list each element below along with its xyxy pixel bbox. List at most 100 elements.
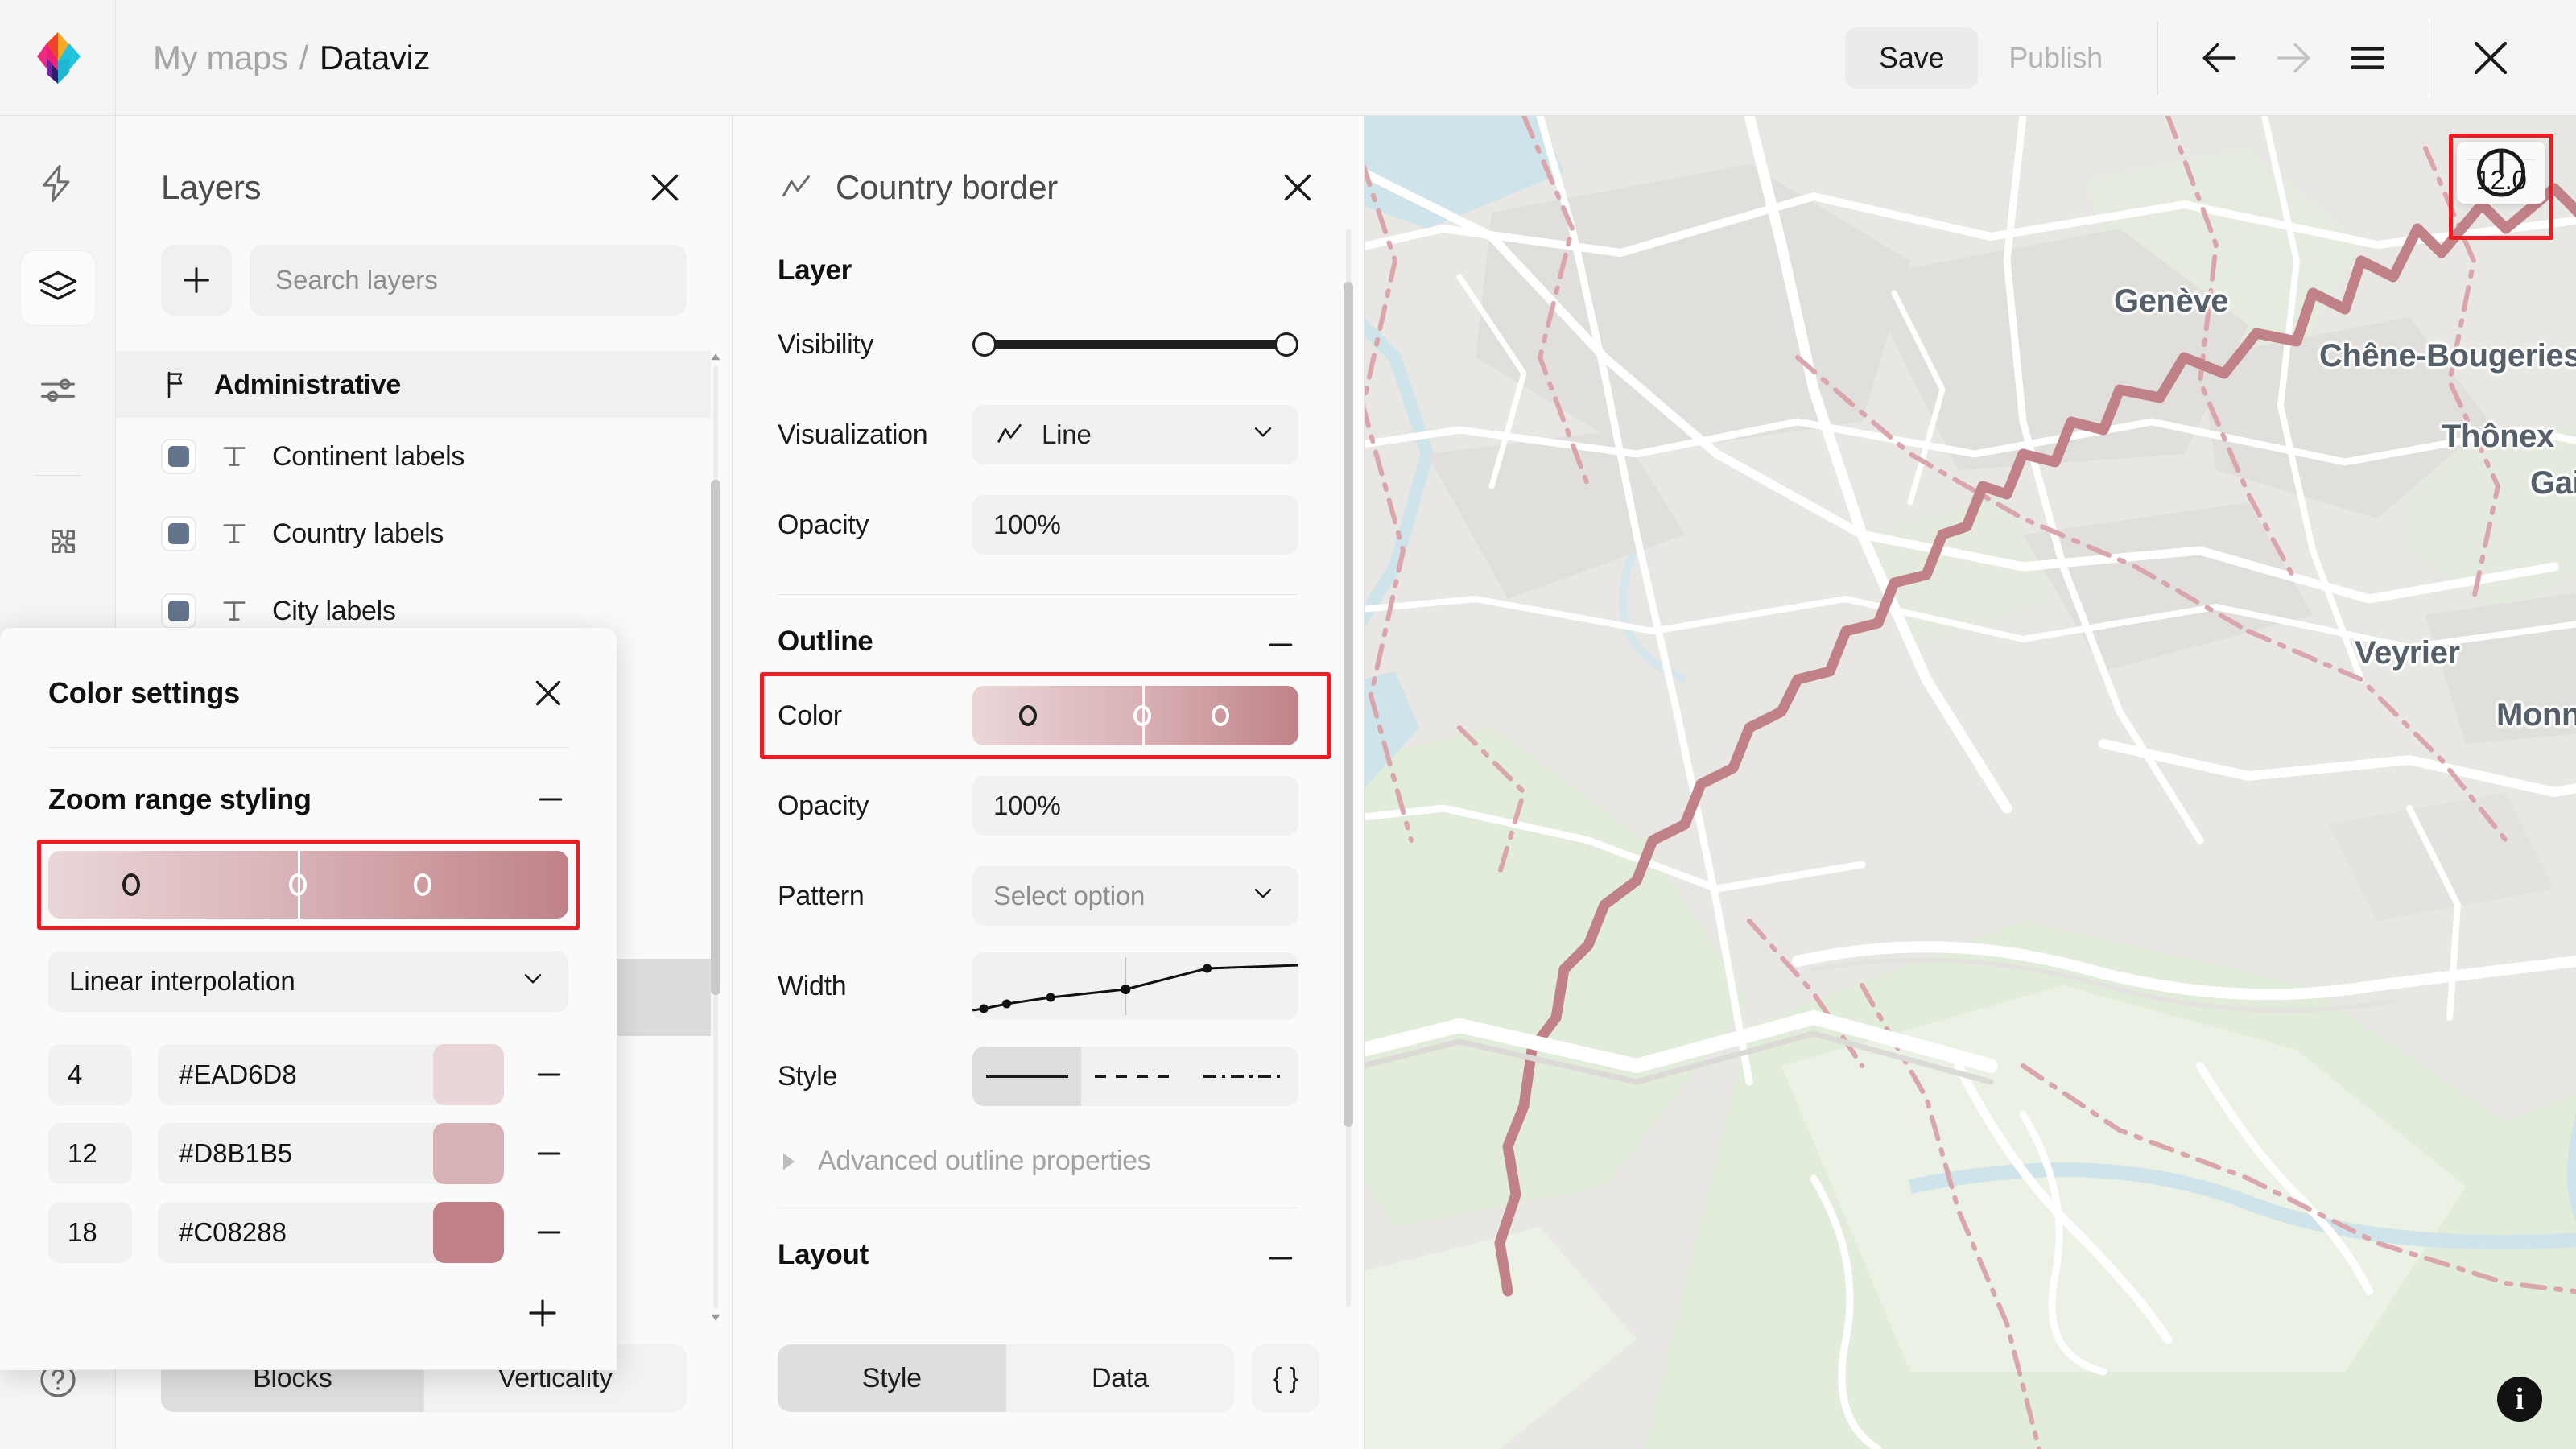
rail-item-plugins[interactable] xyxy=(21,510,95,584)
scroll-up-arrow-icon[interactable] xyxy=(709,351,722,364)
advanced-outline-properties-toggle[interactable]: Advanced outline properties xyxy=(778,1146,1344,1177)
rail-item-layers[interactable] xyxy=(21,251,95,325)
map-info-button[interactable]: i xyxy=(2497,1377,2542,1422)
style-option-dash-dot[interactable] xyxy=(1190,1046,1298,1106)
layer-visibility-checkbox[interactable] xyxy=(161,516,196,551)
slider-handle-min[interactable] xyxy=(972,332,997,357)
dashed-line-icon xyxy=(1092,1072,1180,1080)
text-layer-icon xyxy=(217,594,251,628)
gradient-stop-1[interactable] xyxy=(1019,705,1037,726)
layer-label: Continent labels xyxy=(272,441,464,473)
close-style-panel-button[interactable] xyxy=(1276,166,1319,209)
scroll-down-arrow-icon[interactable] xyxy=(709,1311,722,1323)
style-panel-scrollbar[interactable] xyxy=(1344,209,1353,1327)
color-stop-zoom-input[interactable]: 12 xyxy=(48,1123,132,1184)
color-stop-swatch[interactable] xyxy=(433,1123,504,1184)
rail-item-settings[interactable] xyxy=(21,356,95,430)
layer-row[interactable]: Continent labels xyxy=(116,418,711,495)
triangle-right-icon xyxy=(778,1150,800,1173)
color-stop-zoom-input[interactable]: 18 xyxy=(48,1202,132,1263)
visibility-range-slider[interactable] xyxy=(972,315,1298,374)
style-tab-group: StyleData xyxy=(778,1344,1234,1412)
zoom-gradient-stop-2[interactable] xyxy=(289,873,307,896)
info-icon: i xyxy=(2516,1384,2524,1414)
close-icon xyxy=(643,166,687,209)
layer-opacity-label: Opacity xyxy=(778,510,972,541)
close-icon xyxy=(1276,166,1319,209)
outline-color-row: Color xyxy=(778,677,1344,754)
minus-icon xyxy=(531,1057,567,1092)
line-layer-icon xyxy=(993,419,1026,451)
rail-item-effects[interactable] xyxy=(21,147,95,221)
slider-handle-max[interactable] xyxy=(1274,332,1298,357)
layer-label: City labels xyxy=(272,596,396,627)
zoom-gradient-stop-3[interactable] xyxy=(414,873,431,896)
interpolation-value: Linear interpolation xyxy=(69,966,295,997)
scrollbar-thumb[interactable] xyxy=(711,480,720,995)
interpolation-select[interactable]: Linear interpolation xyxy=(48,951,568,1012)
text-layer-icon xyxy=(217,517,251,551)
layers-list-scrollbar[interactable] xyxy=(711,351,720,1323)
outline-pattern-select[interactable]: Select option xyxy=(972,866,1298,926)
app-logo[interactable] xyxy=(0,0,116,116)
publish-button[interactable]: Publish xyxy=(1978,27,2133,89)
gradient-stop-3[interactable] xyxy=(1212,705,1229,726)
color-stop-swatch[interactable] xyxy=(433,1044,504,1105)
close-color-settings-button[interactable] xyxy=(528,673,568,713)
style-option-solid[interactable] xyxy=(972,1046,1081,1106)
color-stop-hex-input[interactable]: #EAD6D8 xyxy=(158,1044,504,1105)
style-option-dashed[interactable] xyxy=(1081,1046,1190,1106)
color-stop-zoom-input[interactable]: 4 xyxy=(48,1044,132,1105)
collapse-zoom-range-button[interactable] xyxy=(533,782,568,817)
breadcrumb-root[interactable]: My maps xyxy=(153,39,288,77)
width-curve-points[interactable] xyxy=(972,952,1298,1020)
forward-button[interactable] xyxy=(2256,21,2330,95)
save-button[interactable]: Save xyxy=(1845,27,1978,89)
layer-visibility-checkbox[interactable] xyxy=(161,593,196,629)
search-layers-input[interactable] xyxy=(250,245,687,316)
remove-color-stop-button[interactable] xyxy=(530,1215,568,1250)
layer-visibility-checkbox[interactable] xyxy=(161,439,196,474)
gradient-stop-2[interactable] xyxy=(1133,705,1151,726)
tab-data[interactable]: Data xyxy=(1006,1344,1235,1412)
visualization-select[interactable]: Line xyxy=(972,405,1298,464)
code-view-button[interactable]: { } xyxy=(1252,1344,1319,1412)
outline-pattern-row: Pattern Select option xyxy=(778,857,1344,935)
style-panel-footer: StyleData { } xyxy=(733,1327,1364,1449)
app-root: My maps / Dataviz Save Publish xyxy=(0,0,2576,1449)
add-layer-button[interactable] xyxy=(161,245,232,316)
outline-width-curve-editor[interactable] xyxy=(972,952,1298,1020)
color-stop-hex-input[interactable]: #C08288 xyxy=(158,1202,504,1263)
outline-width-row: Width xyxy=(778,947,1344,1025)
map-place-label: Chêne-Bougeries xyxy=(2319,338,2576,374)
outline-opacity-input[interactable]: 100% xyxy=(972,776,1298,836)
close-layers-panel-button[interactable] xyxy=(643,166,687,209)
layer-opacity-input[interactable]: 100% xyxy=(972,495,1298,555)
tab-style[interactable]: Style xyxy=(778,1344,1006,1412)
map-place-label: Monnetier xyxy=(2496,697,2576,733)
remove-color-stop-button[interactable] xyxy=(530,1057,568,1092)
close-editor-button[interactable] xyxy=(2454,21,2528,95)
layer-group-administrative[interactable]: Administrative xyxy=(116,352,711,418)
color-stop-swatch[interactable] xyxy=(433,1202,504,1263)
divider xyxy=(48,747,568,748)
hamburger-menu-icon xyxy=(2345,35,2390,80)
menu-button[interactable] xyxy=(2330,21,2405,95)
collapse-outline-button[interactable] xyxy=(1263,627,1298,663)
outline-color-gradient-picker[interactable] xyxy=(972,686,1298,745)
outline-opacity-label: Opacity xyxy=(778,791,972,822)
map-canvas[interactable]: GenèveChêne-BougeriesAmThônexGaillardVey… xyxy=(1365,116,2576,1449)
remove-color-stop-button[interactable] xyxy=(530,1136,568,1171)
map-place-label: Genève xyxy=(2114,283,2228,320)
color-stop-hex-input[interactable]: #D8B1B5 xyxy=(158,1123,504,1184)
zoom-dial-icon xyxy=(2457,142,2545,204)
zoom-gradient-stop-1[interactable] xyxy=(122,873,140,896)
collapse-layout-button[interactable] xyxy=(1263,1241,1298,1276)
zoom-gradient-picker[interactable] xyxy=(48,851,568,919)
breadcrumb-separator: / xyxy=(299,39,308,77)
back-button[interactable] xyxy=(2182,21,2256,95)
add-color-stop-button[interactable] xyxy=(523,1294,562,1332)
zoom-level-widget[interactable]: 12.0 xyxy=(2457,142,2545,204)
layer-row[interactable]: Country labels xyxy=(116,495,711,572)
scrollbar-thumb[interactable] xyxy=(1344,282,1353,1127)
